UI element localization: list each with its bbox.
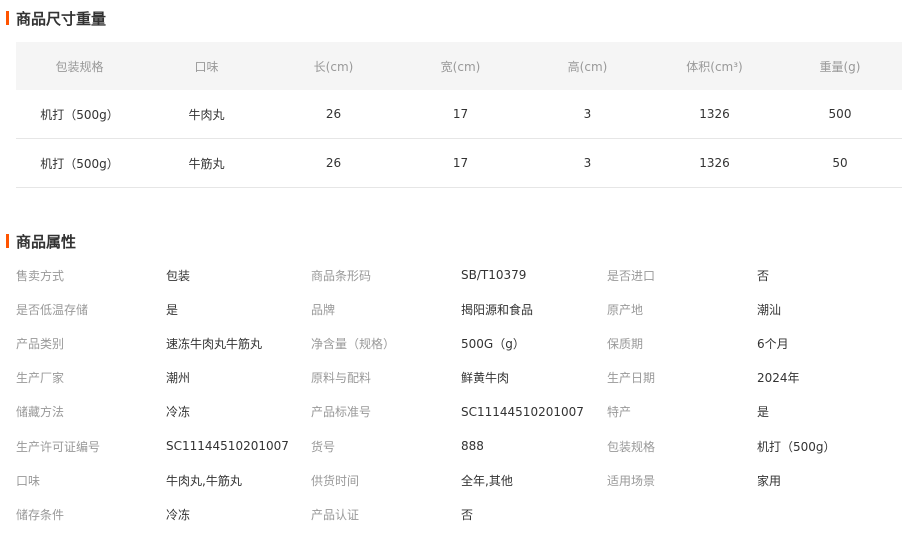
attribute-row: 生产厂家 潮州 原料与配料 鲜黄牛肉 生产日期 2024年	[16, 361, 902, 395]
cell-flavor: 牛肉丸	[188, 107, 225, 122]
title-accent-bar	[6, 11, 9, 25]
attribute-value: 潮州	[166, 371, 191, 386]
attribute-key: 是否进口	[607, 268, 656, 283]
cell-package: 机打（500g）	[40, 156, 119, 171]
cell-height: 3	[583, 107, 592, 121]
attribute-value: 否	[757, 268, 770, 283]
attribute-value: 速冻牛肉丸牛筋丸	[166, 336, 263, 351]
header-cell-package: 包装规格	[55, 59, 104, 74]
attr-section-title: 商品属性	[6, 232, 77, 251]
attribute-value: 是	[757, 405, 770, 420]
attribute-value: 鲜黄牛肉	[461, 371, 510, 386]
attribute-value: 2024年	[757, 371, 800, 386]
attribute-key: 产品认证	[311, 507, 360, 522]
attribute-key: 品牌	[311, 302, 336, 317]
attribute-row: 储存条件 冷冻 产品认证 否	[16, 497, 902, 531]
attribute-key: 口味	[16, 473, 41, 488]
table-row: 机打（500g） 牛筋丸 26 17 3 1326 50	[16, 139, 902, 188]
cell-package: 机打（500g）	[40, 107, 119, 122]
cell-height: 3	[583, 156, 592, 170]
attribute-key: 原料与配料	[311, 371, 372, 386]
attribute-key: 生产日期	[607, 371, 656, 386]
attribute-value: 否	[461, 507, 474, 522]
header-cell-weight: 重量(g)	[819, 59, 861, 74]
attribute-grid: 售卖方式 包装 商品条形码 SB/T10379 是否进口否是否低温存储是品牌 揭阳源和食品…	[16, 258, 902, 532]
attribute-key: 售卖方式	[16, 268, 65, 283]
attribute-key: 保质期	[607, 336, 644, 351]
attribute-key: 是否低温存储	[16, 302, 89, 317]
attribute-value: 牛肉丸,牛筋丸	[166, 473, 242, 488]
cell-volume: 1326	[699, 156, 730, 170]
attribute-key: 生产厂家	[16, 371, 65, 386]
attr-section-title-text: 商品属性	[16, 232, 77, 251]
attribute-key: 原产地	[607, 302, 644, 317]
attribute-value: SC11144510201007	[461, 404, 584, 419]
cell-weight: 50	[832, 156, 848, 170]
attribute-value: SB/T10379	[461, 268, 527, 283]
attribute-row: 储藏方法 冷冻 产品标准号 SC11144510201007 特产 是	[16, 395, 902, 429]
attribute-value: 冷冻	[166, 405, 191, 420]
attribute-key: 包装规格	[607, 439, 656, 454]
cell-length: 26	[325, 156, 342, 170]
header-cell-height: 高(cm)	[567, 59, 608, 74]
attribute-value: SC11144510201007	[166, 439, 289, 454]
cell-length: 26	[325, 107, 342, 121]
attribute-key: 净含量（规格）	[311, 336, 396, 351]
size-section-title: 商品尺寸重量	[6, 9, 107, 28]
attribute-value: 包装	[166, 268, 191, 283]
attribute-key: 特产	[607, 405, 632, 420]
attribute-key: 生产许可证编号	[16, 439, 101, 454]
attribute-value: 揭阳源和食品	[461, 302, 534, 317]
cell-width: 17	[452, 107, 469, 121]
attribute-key: 适用场景	[607, 473, 656, 488]
attribute-row: 售卖方式 包装 商品条形码 SB/T10379 是否进口 否	[16, 258, 902, 292]
header-cell-width: 宽(cm)	[440, 59, 481, 74]
attribute-row: 是否低温存储 是 品牌 揭阳源和食品 原产地 潮汕	[16, 292, 902, 326]
size-table: 包装规格 口味 长(cm) 宽(cm) 高(cm) 体积(cm³) 重量(g) …	[16, 42, 902, 188]
cell-volume: 1326	[699, 107, 730, 121]
attribute-value: 500G（g）	[461, 336, 525, 351]
attribute-key: 产品标准号	[311, 405, 372, 420]
size-table-header: 包装规格 口味 长(cm) 宽(cm) 高(cm) 体积(cm³) 重量(g)	[16, 42, 902, 90]
table-row: 机打（500g） 牛肉丸 26 17 3 1326 500	[16, 90, 902, 139]
attribute-value: 机打（500g）	[757, 439, 836, 454]
attribute-value: 是	[166, 302, 179, 317]
attribute-key: 商品条形码	[311, 268, 372, 283]
attribute-key: 货号	[311, 439, 336, 454]
attribute-row: 生产许可证编号 SC11144510201007 货号 888 包装规格 机打（500g）	[16, 429, 902, 463]
attribute-key: 供货时间	[311, 473, 360, 488]
attribute-key: 产品类别	[16, 336, 65, 351]
attribute-value: 潮汕	[757, 302, 782, 317]
size-section-title-text: 商品尺寸重量	[16, 9, 107, 28]
attribute-key: 储藏方法	[16, 405, 65, 420]
header-cell-volume: 体积(cm³)	[686, 59, 743, 74]
attribute-row: 产品类别 速冻牛肉丸牛筋丸 净含量（规格） 500G（g） 保质期 6个月	[16, 326, 902, 360]
attribute-value: 全年,其他	[461, 473, 513, 488]
title-accent-bar	[6, 234, 9, 248]
cell-weight: 500	[828, 107, 852, 121]
attribute-value: 家用	[757, 473, 782, 488]
attribute-row: 口味 牛肉丸,牛筋丸 供货时间 全年,其他 适用场景 家用	[16, 463, 902, 497]
cell-width: 17	[452, 156, 469, 170]
header-cell-length: 长(cm)	[313, 59, 354, 74]
header-cell-flavor: 口味	[194, 59, 219, 74]
attribute-key: 储存条件	[16, 507, 65, 522]
attribute-value: 6个月	[757, 336, 789, 351]
cell-flavor: 牛筋丸	[188, 156, 225, 171]
attribute-value: 888	[461, 439, 484, 454]
attribute-value: 冷冻	[166, 507, 191, 522]
